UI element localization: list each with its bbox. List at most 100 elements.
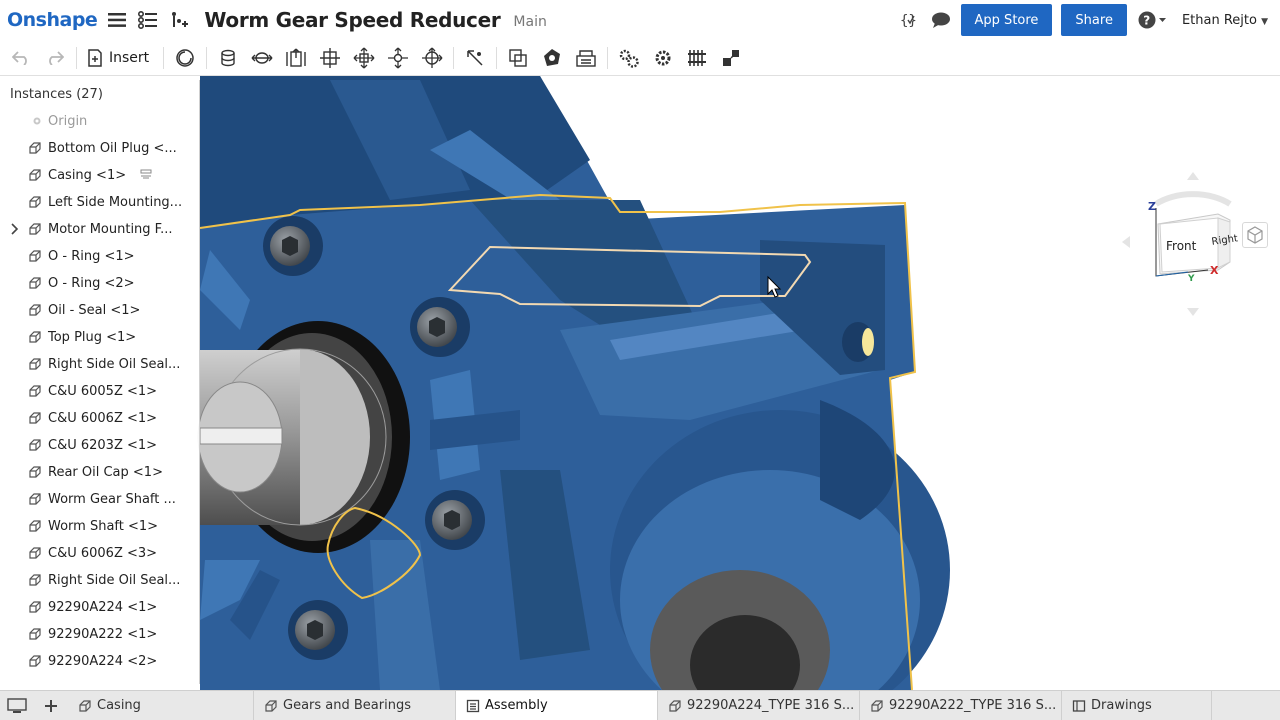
view-options-icon[interactable] xyxy=(1242,222,1268,248)
instance-item[interactable]: 92290A222 <1> xyxy=(0,621,199,648)
planar-mate-icon[interactable] xyxy=(279,43,313,73)
toolbar-divider xyxy=(607,46,609,69)
part-icon xyxy=(28,384,42,398)
onshape-logo[interactable]: Onshape xyxy=(7,9,98,31)
instance-item[interactable]: Oil - Seal <1> xyxy=(0,297,199,324)
instance-label: Oil - Seal <1> xyxy=(48,303,141,318)
add-tree-icon[interactable] xyxy=(168,9,190,31)
add-tab-icon[interactable] xyxy=(34,691,68,720)
arrow-up-icon[interactable] xyxy=(1187,172,1199,180)
tab-92290a224-type-316-s[interactable]: 92290A224_TYPE 316 S... xyxy=(658,691,860,720)
screw-relation-icon[interactable] xyxy=(680,43,714,73)
cylindrical-mate-icon[interactable] xyxy=(313,43,347,73)
part-icon xyxy=(28,411,42,425)
animate-icon[interactable] xyxy=(569,43,603,73)
instance-item[interactable]: 92290A224 <1> xyxy=(0,594,199,621)
instance-item[interactable]: Motor Mounting F... xyxy=(0,216,199,243)
tab-manager-icon[interactable] xyxy=(0,691,34,720)
part-icon xyxy=(28,600,42,614)
part-icon xyxy=(28,465,42,479)
question-circle-icon[interactable]: ? xyxy=(1136,9,1170,31)
instance-item[interactable]: Rear Oil Cap <1> xyxy=(0,459,199,486)
slider-mate-icon[interactable] xyxy=(245,43,279,73)
linear-pattern-icon[interactable] xyxy=(535,43,569,73)
instance-item[interactable]: C&U 6006Z <3> xyxy=(0,540,199,567)
user-menu[interactable]: Ethan Rejto ▼ xyxy=(1182,13,1268,28)
comments-icon[interactable] xyxy=(930,9,952,31)
revolute-mate-icon[interactable] xyxy=(168,43,202,73)
instance-item[interactable]: O - Ring <1> xyxy=(0,243,199,270)
instance-list: Origin Bottom Oil Plug <... Casing <1> Left… xyxy=(0,108,199,675)
instance-item[interactable]: C&U 6203Z <1> xyxy=(0,432,199,459)
fastened-mate-icon[interactable] xyxy=(211,43,245,73)
tab-label: Casing xyxy=(97,698,141,713)
mate-connector-icon[interactable] xyxy=(415,43,449,73)
instance-item[interactable]: Worm Shaft <1> xyxy=(0,513,199,540)
instances-panel: Instances (27) Origin Bottom Oil Plug <..… xyxy=(0,80,200,684)
toolbar-divider xyxy=(76,46,77,69)
part-icon xyxy=(28,303,42,317)
viewcube-right-label[interactable]: Right xyxy=(1211,233,1239,248)
instance-item[interactable]: C&U 6005Z <1> xyxy=(0,378,199,405)
instance-item[interactable]: 92290A224 <2> xyxy=(0,648,199,675)
undo-icon[interactable] xyxy=(4,43,38,73)
tab-casing[interactable]: Casing xyxy=(68,691,254,720)
instance-label: 92290A224 <2> xyxy=(48,654,158,669)
view-cube[interactable]: Front Right Z X Y xyxy=(1118,166,1268,336)
instance-item[interactable]: Casing <1> xyxy=(0,162,199,189)
part-icon xyxy=(28,654,42,668)
assembly-icon xyxy=(466,699,480,713)
instance-item[interactable]: Right Side Oil Seal... xyxy=(0,351,199,378)
assembly-toolbar: Insert xyxy=(0,40,1280,76)
tab-assembly[interactable]: Assembly xyxy=(456,691,658,720)
top-right-actions: {} App Store Share ? Ethan Rejto ▼ xyxy=(890,4,1268,36)
redo-icon[interactable] xyxy=(38,43,72,73)
part-icon xyxy=(28,438,42,452)
document-title[interactable]: Worm Gear Speed Reducer xyxy=(204,8,500,32)
instance-label: C&U 6005Z <1> xyxy=(48,384,158,399)
instance-item[interactable]: Origin xyxy=(0,108,199,135)
app-store-button[interactable]: App Store xyxy=(960,4,1053,36)
instance-item[interactable]: O - Ring <2> xyxy=(0,270,199,297)
variables-icon[interactable]: {} xyxy=(899,9,921,31)
part-icon xyxy=(28,546,42,560)
workspace-label[interactable]: Main xyxy=(513,14,546,30)
rotate-arc-icon[interactable] xyxy=(1154,191,1232,207)
part-studio-icon xyxy=(870,699,884,713)
viewcube-front-label[interactable]: Front xyxy=(1166,239,1197,253)
feature-list-icon[interactable] xyxy=(137,9,159,31)
ball-mate-icon[interactable] xyxy=(381,43,415,73)
part-icon xyxy=(28,357,42,371)
tab-label: 92290A224_TYPE 316 S... xyxy=(687,698,855,713)
instance-item[interactable]: C&U 6006Z <1> xyxy=(0,405,199,432)
part-icon xyxy=(28,519,42,533)
group-icon[interactable] xyxy=(458,43,492,73)
instance-item[interactable]: Worm Gear Shaft ... xyxy=(0,486,199,513)
chevron-right-icon[interactable] xyxy=(10,223,20,239)
pin-slot-mate-icon[interactable] xyxy=(347,43,381,73)
tab-gears-and-bearings[interactable]: Gears and Bearings xyxy=(254,691,456,720)
share-button[interactable]: Share xyxy=(1061,4,1127,36)
rack-pinion-relation-icon[interactable] xyxy=(646,43,680,73)
instance-item[interactable]: Right Side Oil Seal... xyxy=(0,567,199,594)
part-studio-icon xyxy=(78,699,92,713)
part-icon xyxy=(28,330,42,344)
replicate-icon[interactable] xyxy=(501,43,535,73)
instance-label: Worm Gear Shaft ... xyxy=(48,492,176,507)
arrow-down-icon[interactable] xyxy=(1187,308,1199,316)
toolbar-divider xyxy=(496,46,498,69)
instance-label: Top Plug <1> xyxy=(48,330,137,345)
insert-button[interactable]: Insert xyxy=(81,48,159,67)
instance-item[interactable]: Bottom Oil Plug <... xyxy=(0,135,199,162)
insert-icon xyxy=(88,48,102,67)
menu-icon[interactable] xyxy=(106,9,128,31)
instance-item[interactable]: Left Side Mounting... xyxy=(0,189,199,216)
part-studio-icon xyxy=(264,699,278,713)
gear-relation-icon[interactable] xyxy=(612,43,646,73)
part-icon xyxy=(28,141,42,155)
tab-92290a222-type-316-s[interactable]: 92290A222_TYPE 316 S... xyxy=(860,691,1062,720)
instance-item[interactable]: Top Plug <1> xyxy=(0,324,199,351)
exploded-view-icon[interactable] xyxy=(714,43,748,73)
arrow-left-icon[interactable] xyxy=(1122,236,1130,248)
tab-drawings[interactable]: Drawings xyxy=(1062,691,1212,720)
